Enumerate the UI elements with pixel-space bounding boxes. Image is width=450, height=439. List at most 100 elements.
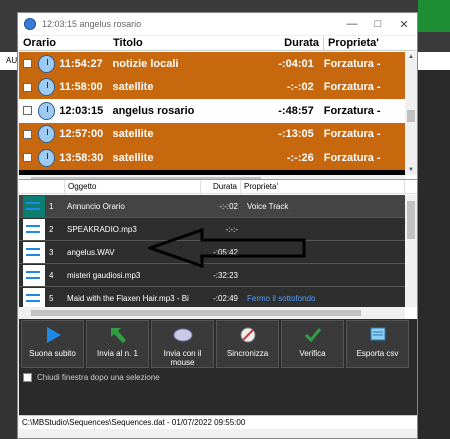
verifica-button[interactable]: Verifica	[281, 320, 344, 368]
schedule-row[interactable]: 11:54:27 notizie locali -:04:01 Forzatura -	[19, 52, 405, 76]
column-header-property[interactable]: Proprieta'	[241, 180, 405, 193]
suona-subito-button[interactable]: Suona subito	[21, 320, 84, 368]
schedule-row[interactable]: 12:03:15 angelus rosario -:48:57 Forzatura …	[19, 99, 405, 123]
row-number: 2	[49, 224, 54, 234]
close-after-label: Chiudi finestra dopo una selezione	[37, 373, 160, 382]
sync-icon	[238, 325, 258, 345]
row-duration: -:-:02	[219, 201, 238, 211]
row-property: Forzatura -	[323, 104, 381, 117]
close-after-checkbox[interactable]	[23, 373, 32, 382]
row-title: angelus rosario	[112, 104, 195, 117]
row-time: 13:58:30	[59, 151, 104, 164]
scroll-up-icon[interactable]: ▲	[408, 54, 414, 60]
row-property: Forzatura -	[323, 81, 381, 94]
column-header-duration[interactable]: Durata	[201, 180, 241, 193]
row-time: 11:54:27	[59, 57, 103, 70]
column-header-time[interactable]: Orario	[19, 36, 109, 50]
list-row[interactable]: 5 Maid with the Flaxen Hair.mp3 - Bi -:02:…	[19, 287, 405, 307]
mouse-icon	[173, 325, 193, 345]
schedule-header: Orario Titolo Durata Proprieta'	[19, 36, 417, 51]
minimize-button[interactable]: —	[339, 13, 365, 35]
action-label: Verifica	[299, 349, 326, 358]
row-number: 1	[49, 201, 54, 211]
row-property: Voice Track	[247, 201, 289, 211]
row-property: Fermo il sottofondo	[247, 293, 316, 303]
row-checkbox[interactable]	[23, 59, 32, 69]
invia-al-n-1-button[interactable]: Invia al n. 1	[86, 320, 149, 368]
row-duration: -:32:23	[213, 270, 238, 280]
column-header-object[interactable]: Oggetto	[65, 180, 201, 193]
list-header: Oggetto Durata Proprieta'	[19, 180, 417, 194]
close-after-selection-option[interactable]: Chiudi finestra dopo una selezione	[23, 373, 160, 382]
row-title: satellite	[112, 81, 154, 94]
action-label: Invia al n. 1	[97, 349, 138, 358]
row-property: Forzatura -	[323, 151, 381, 164]
row-checkbox[interactable]	[23, 129, 32, 139]
send-up-icon	[108, 325, 128, 345]
row-duration: -:-:26	[286, 151, 314, 164]
clock-icon	[37, 148, 56, 167]
action-label: Sincronizza	[226, 349, 269, 358]
row-property: Forzatura -	[323, 128, 381, 141]
background-label: AU	[6, 56, 18, 65]
invia-con-il-mouse-button[interactable]: Invia con il mouse	[151, 320, 214, 368]
esporta-csv-button[interactable]: Esporta csv	[346, 320, 409, 368]
list-horizontal-scrollbar[interactable]	[19, 307, 405, 319]
row-title: notizie locali	[112, 57, 179, 70]
schedule-row[interactable]: 13:58:30 satellite -:-:26 Forzatura -	[19, 146, 405, 170]
row-duration: -:13:05	[278, 128, 314, 141]
schedule-row[interactable]: 12:57:00 satellite -:13:05 Forzatura -	[19, 122, 405, 146]
row-object: misteri gaudiosi.mp3	[67, 270, 141, 280]
row-object: Maid with the Flaxen Hair.mp3 - Bi	[67, 293, 189, 303]
clock-icon	[37, 125, 56, 144]
row-checkbox[interactable]	[23, 106, 32, 116]
row-checkbox[interactable]	[23, 153, 32, 163]
row-time: 12:57:00	[59, 128, 104, 141]
sincronizza-button[interactable]: Sincronizza	[216, 320, 279, 368]
audio-file-icon	[23, 218, 45, 240]
scroll-thumb[interactable]	[31, 310, 361, 316]
schedule-rows: 11:54:27 notizie locali -:04:01 Forzatura -…	[19, 52, 405, 175]
row-duration: -:48:57	[278, 104, 314, 117]
title-bar[interactable]: 12:03:15 angelus rosario — □ ✕	[18, 13, 417, 35]
schedule-row[interactable]: 11:58:00 satellite -:-:02 Forzatura -	[19, 75, 405, 99]
schedule-vertical-scrollbar[interactable]: ▲ ▼	[405, 52, 417, 175]
scroll-thumb[interactable]	[407, 110, 415, 122]
background-green-button[interactable]	[418, 0, 450, 32]
action-toolbar: Suona subito Invia al n. 1 Invia con il mo…	[19, 319, 417, 369]
row-duration: -:04:01	[278, 57, 314, 70]
sequence-window: 12:03:15 angelus rosario — □ ✕ Orario Ti…	[17, 12, 418, 439]
scroll-thumb[interactable]	[407, 201, 415, 239]
action-label: Suona subito	[29, 349, 76, 358]
column-header-duration[interactable]: Durata	[275, 36, 323, 50]
column-header-property[interactable]: Proprieta'	[323, 36, 413, 50]
clock-icon	[37, 78, 56, 97]
row-checkbox[interactable]	[23, 82, 32, 92]
row-title: satellite	[112, 128, 154, 141]
list-row[interactable]: 1 Annuncio Orario -:-:02 Voice Track	[19, 195, 405, 218]
row-time: 11:58:00	[59, 81, 103, 94]
audio-file-error-icon	[23, 287, 45, 307]
background-side-strip	[418, 70, 450, 439]
window-title: 12:03:15 angelus rosario	[42, 19, 142, 29]
play-icon	[43, 325, 63, 345]
annotation-arrow-icon	[148, 228, 306, 268]
row-object: Annuncio Orario	[67, 201, 125, 211]
schedule-table: Orario Titolo Durata Proprieta' 11:54:27…	[19, 36, 417, 186]
row-number: 5	[49, 293, 54, 303]
row-title: satellite	[112, 151, 154, 164]
list-vertical-scrollbar[interactable]	[405, 195, 417, 307]
check-icon	[303, 325, 323, 345]
column-header-title[interactable]: Titolo	[109, 36, 275, 50]
row-number: 4	[49, 270, 54, 280]
scroll-down-icon[interactable]: ▼	[408, 167, 414, 173]
row-number: 3	[49, 247, 54, 257]
clock-icon	[37, 101, 56, 120]
clock-icon	[37, 54, 56, 73]
close-button[interactable]: ✕	[391, 13, 417, 35]
maximize-button[interactable]: □	[365, 13, 391, 35]
row-duration: -:-:02	[286, 81, 314, 94]
row-time: 12:03:15	[59, 104, 104, 117]
row-property: Forzatura -	[323, 57, 381, 70]
green-wave-icon	[23, 195, 45, 217]
